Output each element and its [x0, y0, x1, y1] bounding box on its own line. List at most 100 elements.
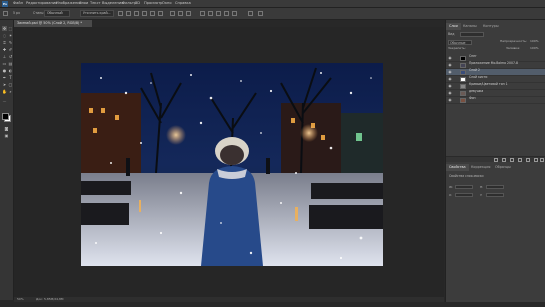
- menu-edit[interactable]: Редактирование: [26, 1, 57, 6]
- document-tab[interactable]: Зимний.psd @ 50% (Слой 2, RGB/8) *: [14, 20, 92, 27]
- visibility-eye-icon[interactable]: ◉: [447, 84, 453, 89]
- history-brush-tool-icon[interactable]: ↺: [8, 54, 13, 59]
- trash-icon[interactable]: [540, 158, 544, 162]
- layer-thumbnail: [460, 70, 466, 75]
- align-center-icon[interactable]: [126, 11, 131, 16]
- menu-window[interactable]: Окно: [162, 1, 172, 6]
- move-tool-icon[interactable]: ✥: [2, 26, 7, 31]
- y-field[interactable]: [486, 193, 504, 197]
- zoom-level[interactable]: 50%: [17, 298, 24, 301]
- visibility-eye-icon[interactable]: ◉: [447, 77, 453, 82]
- layers-footer: [446, 156, 545, 162]
- lasso-tool-icon[interactable]: ◌: [2, 33, 7, 38]
- 3d-scale-icon[interactable]: [232, 11, 237, 16]
- 3d-mode-icon[interactable]: [200, 11, 205, 16]
- blur-tool-icon[interactable]: ●: [2, 68, 7, 73]
- type-tool-icon[interactable]: T: [8, 75, 13, 80]
- refine-edge-button[interactable]: Уточнить край...: [80, 10, 114, 17]
- height-field[interactable]: [486, 185, 504, 189]
- layer-row[interactable]: ◉ Приложение Mo.Bolmo 2007-8: [446, 61, 545, 69]
- marquee-tool-icon[interactable]: ⬚: [8, 26, 13, 31]
- add-mask-icon[interactable]: [510, 158, 514, 162]
- clone-stamp-tool-icon[interactable]: ⊥: [2, 54, 7, 59]
- crop-tool-icon[interactable]: ⌗: [2, 40, 7, 45]
- marquee-tool-preset-icon[interactable]: [3, 11, 8, 16]
- layer-row[interactable]: ◉ Слой 2: [446, 68, 545, 76]
- visibility-eye-icon[interactable]: ◉: [447, 56, 453, 61]
- tab-channels[interactable]: Каналы: [460, 23, 480, 30]
- layer-row[interactable]: ◉ Кривые/Цветовой тон 1: [446, 82, 545, 90]
- new-layer-icon[interactable]: [534, 158, 538, 162]
- layer-thumbnail: [460, 77, 466, 82]
- visibility-eye-icon[interactable]: ◉: [447, 70, 453, 75]
- shape-tool-icon[interactable]: ▢: [8, 82, 13, 87]
- 3d-pan-icon[interactable]: [216, 11, 221, 16]
- 3d-rotate-icon[interactable]: [208, 11, 213, 16]
- magic-wand-tool-icon[interactable]: ✶: [8, 33, 13, 38]
- eraser-tool-icon[interactable]: ▭: [2, 61, 7, 66]
- menu-select[interactable]: Выделение: [102, 1, 123, 6]
- visibility-eye-icon[interactable]: ◉: [447, 91, 453, 96]
- dodge-tool-icon[interactable]: ◐: [8, 68, 13, 73]
- pen-tool-icon[interactable]: ✒: [2, 75, 7, 80]
- healing-brush-tool-icon[interactable]: ✚: [2, 47, 7, 52]
- menu-3d[interactable]: 3D: [135, 1, 140, 6]
- align-top-icon[interactable]: [142, 11, 147, 16]
- opacity-value[interactable]: 100%: [530, 40, 539, 43]
- document-size: Док: 5,85M/24,8M: [36, 297, 64, 301]
- new-group-icon[interactable]: [526, 158, 530, 162]
- workspace-icon[interactable]: [258, 11, 263, 16]
- tools-panel: ✥ ⬚ ◌ ✶ ⌗ ✎ ✚ ✐ ⊥ ↺ ▭ ▤ ● ◐ ✒ T ➤ ▢ ✋ ⌕ …: [0, 20, 14, 300]
- align-bottom-icon[interactable]: [158, 11, 163, 16]
- gradient-tool-icon[interactable]: ▤: [8, 61, 13, 66]
- width-field[interactable]: [455, 185, 473, 189]
- x-field[interactable]: [455, 193, 473, 197]
- layer-thumbnail: [460, 63, 466, 68]
- link-layers-icon[interactable]: [494, 158, 498, 162]
- menu-view[interactable]: Просмотр: [144, 1, 162, 6]
- layer-style-icon[interactable]: [502, 158, 506, 162]
- layer-name: Кривые/Цветовой тон 1: [469, 82, 508, 86]
- align-middle-icon[interactable]: [150, 11, 155, 16]
- distribute-icon[interactable]: [170, 11, 175, 16]
- canvas-photo[interactable]: [81, 63, 383, 266]
- align-right-icon[interactable]: [134, 11, 139, 16]
- layer-name: Фон: [469, 96, 476, 100]
- visibility-eye-icon[interactable]: ◉: [447, 63, 453, 68]
- tab-swatches[interactable]: Образцы: [492, 164, 514, 171]
- 3d-slide-icon[interactable]: [224, 11, 229, 16]
- align-left-icon[interactable]: [118, 11, 123, 16]
- fill-value[interactable]: 100%: [530, 47, 539, 50]
- tab-layers[interactable]: Слои: [446, 23, 461, 30]
- layer-thumbnail: [460, 91, 466, 96]
- menu-type[interactable]: Текст: [90, 1, 101, 6]
- style-select[interactable]: Обычный: [44, 10, 70, 17]
- status-bar: 50% Док: 5,85M/24,8M: [14, 297, 444, 302]
- layer-row[interactable]: ◉ девушка: [446, 89, 545, 97]
- tab-adjustments[interactable]: Коррекция: [468, 164, 493, 171]
- blend-mode-select[interactable]: Обычные: [448, 40, 472, 45]
- hand-tool-icon[interactable]: ✋: [2, 89, 7, 94]
- tab-paths[interactable]: Контуры: [480, 23, 502, 30]
- brush-tool-icon[interactable]: ✐: [8, 47, 13, 52]
- adjustment-icon[interactable]: [518, 158, 522, 162]
- screen-mode-icon[interactable]: ▣: [4, 133, 9, 138]
- more-tools-icon[interactable]: …: [2, 98, 7, 103]
- distribute-right-icon[interactable]: [186, 11, 191, 16]
- menu-image[interactable]: Изображение: [56, 1, 82, 6]
- layer-row[interactable]: ◉ Фон: [446, 96, 545, 104]
- menu-file[interactable]: Файл: [13, 1, 23, 6]
- distribute-center-icon[interactable]: [178, 11, 183, 16]
- zoom-tool-icon[interactable]: ⌕: [8, 89, 13, 94]
- eyedropper-tool-icon[interactable]: ✎: [8, 40, 13, 45]
- tab-properties[interactable]: Свойства: [446, 164, 469, 171]
- menu-layers[interactable]: Слои: [79, 1, 88, 6]
- visibility-eye-icon[interactable]: ◉: [447, 98, 453, 103]
- adjustment-layer-icon: [460, 84, 466, 89]
- layer-filter-select[interactable]: [460, 32, 484, 37]
- path-selection-tool-icon[interactable]: ➤: [2, 82, 7, 87]
- quick-mask-icon[interactable]: ◙: [4, 126, 9, 131]
- menu-help[interactable]: Справка: [175, 1, 191, 6]
- arrange-icon[interactable]: [248, 11, 253, 16]
- foreground-color-swatch[interactable]: [2, 113, 9, 120]
